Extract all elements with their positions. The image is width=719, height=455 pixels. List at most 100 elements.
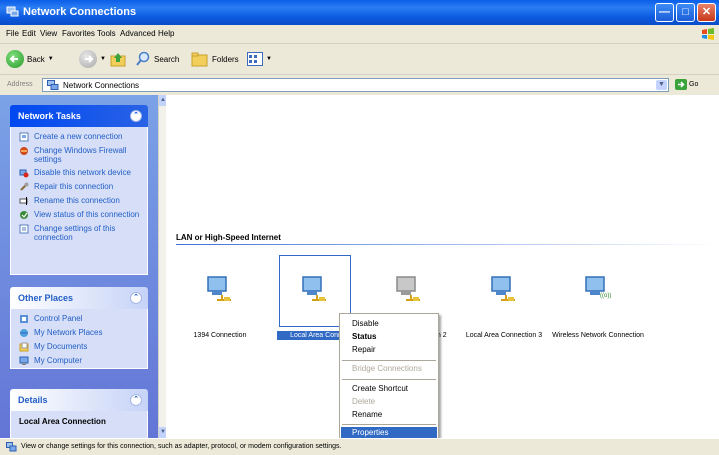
network-adapter-icon [207, 276, 231, 301]
menu-advanced[interactable]: Advanced [120, 29, 156, 38]
up-folder-icon [110, 53, 126, 67]
context-menu: Disable Status Repair Bridge Connections… [339, 313, 439, 440]
address-dropdown-icon[interactable]: ▼ [656, 80, 667, 90]
go-button[interactable]: Go [675, 79, 698, 90]
window-title: Network Connections [23, 6, 137, 18]
menu-item-rename[interactable]: Rename [341, 409, 437, 421]
minimize-icon: — [659, 6, 670, 18]
menu-item-repair[interactable]: Repair [341, 344, 437, 356]
maximize-icon: □ [682, 6, 689, 18]
task-repair-connection[interactable]: Repair this connection [11, 180, 147, 194]
toolbar: Back ▼ ▼ Search Folders ▼ [0, 44, 719, 75]
place-control-panel[interactable]: Control Panel [11, 312, 147, 326]
task-rename-connection[interactable]: Rename this connection [11, 194, 147, 208]
up-folder-button[interactable] [110, 51, 126, 67]
documents-icon [19, 342, 29, 352]
network-connections-icon [47, 80, 59, 90]
menu-item-status[interactable]: Status [341, 331, 437, 343]
collapse-icon[interactable]: ⌃ [130, 110, 142, 122]
menu-item-disable[interactable]: Disable [341, 318, 437, 330]
firewall-icon [20, 147, 28, 155]
address-label: Address [7, 81, 33, 88]
folders-icon [191, 52, 208, 67]
settings-icon [19, 224, 29, 234]
control-panel-icon [20, 315, 28, 323]
menu-favorites[interactable]: Favorites [62, 29, 95, 38]
minimize-button[interactable]: — [655, 3, 674, 22]
place-my-documents[interactable]: My Documents [11, 340, 147, 354]
menu-item-bridge: Bridge Connections [352, 364, 422, 373]
address-input[interactable]: Network Connections ▼ [42, 78, 669, 92]
close-button[interactable]: ✕ [697, 3, 716, 22]
forward-arrow-icon [79, 50, 97, 68]
place-my-network-places[interactable]: My Network Places [11, 326, 147, 340]
status-bar: View or change settings for this connect… [0, 438, 719, 455]
network-connections-icon [6, 442, 17, 452]
search-label: Search [154, 54, 180, 64]
menu-view[interactable]: View [40, 29, 57, 38]
task-create-connection[interactable]: Create a new connection [11, 130, 147, 144]
forward-button[interactable]: ▼ [79, 50, 106, 68]
back-arrow-icon [6, 50, 24, 68]
menu-file[interactable]: File [6, 29, 19, 38]
go-arrow-icon [675, 79, 687, 90]
back-button[interactable]: Back ▼ [6, 50, 54, 68]
network-connections-icon [6, 6, 19, 17]
task-change-settings[interactable]: Change settings of this connection [11, 222, 147, 244]
other-places-header[interactable]: Other Places ⌃ [10, 287, 148, 309]
menu-separator [342, 424, 436, 425]
forward-dropdown-icon[interactable]: ▼ [100, 56, 106, 62]
folders-button[interactable]: Folders [191, 51, 239, 67]
status-text: View or change settings for this connect… [21, 443, 342, 450]
rename-icon [19, 197, 28, 205]
group-divider [176, 244, 719, 245]
menu-bar: File Edit View Favorites Tools Advanced … [0, 25, 719, 44]
title-bar[interactable]: Network Connections — □ ✕ [0, 0, 719, 25]
go-label: Go [689, 81, 699, 88]
address-bar: Address Network Connections ▼ Go [0, 75, 719, 96]
menu-help[interactable]: Help [158, 29, 174, 38]
menu-separator [342, 379, 436, 380]
task-view-status[interactable]: View status of this connection [11, 208, 147, 222]
place-my-computer[interactable]: My Computer [11, 354, 147, 368]
menu-item-delete: Delete [352, 397, 376, 406]
menu-item-create-shortcut[interactable]: Create Shortcut [341, 383, 437, 395]
group-header: LAN or High-Speed Internet [176, 233, 281, 242]
task-disable-device[interactable]: Disable this network device [11, 166, 147, 180]
menu-separator [342, 360, 436, 361]
search-icon [136, 51, 150, 66]
task-pane-scrollbar[interactable]: ▲ ▼ [158, 95, 167, 438]
folders-label: Folders [212, 54, 239, 64]
collapse-icon[interactable]: ⌃ [130, 292, 142, 304]
connection-name: 1394 Connection [193, 332, 247, 339]
views-button[interactable]: ▼ [247, 51, 272, 67]
details-connection-name: Local Area Connection [19, 417, 106, 426]
connections-view[interactable]: LAN or High-Speed Internet 1394 Connecti… [166, 95, 719, 438]
repair-icon [20, 182, 29, 191]
maximize-button[interactable]: □ [676, 3, 695, 22]
back-dropdown-icon[interactable]: ▼ [48, 56, 54, 62]
windows-logo-icon [702, 28, 714, 40]
new-connection-icon [19, 132, 29, 142]
network-tasks-panel: Network Tasks ⌃ Create a new connection … [10, 105, 148, 275]
details-header[interactable]: Details ⌃ [10, 389, 148, 411]
connection-name: Local Area Connection 3 [465, 332, 543, 339]
back-label: Back [27, 54, 45, 64]
views-dropdown-icon: ▼ [266, 56, 272, 62]
task-pane: Network Tasks ⌃ Create a new connection … [0, 95, 158, 438]
other-places-panel: Other Places ⌃ Control Panel My Network … [10, 287, 148, 369]
menu-edit[interactable]: Edit [22, 29, 36, 38]
computer-icon [19, 356, 29, 365]
search-button[interactable]: Search [135, 51, 179, 67]
close-icon: ✕ [701, 6, 712, 18]
collapse-icon[interactable]: ⌃ [130, 394, 142, 406]
details-title: Details [18, 395, 48, 405]
network-tasks-title: Network Tasks [18, 111, 81, 121]
network-adapter-disabled-icon [396, 276, 420, 301]
task-firewall-settings[interactable]: Change Windows Firewall settings [11, 144, 147, 166]
other-places-title: Other Places [18, 293, 74, 303]
network-tasks-header[interactable]: Network Tasks ⌃ [10, 105, 148, 127]
connection-name: Wireless Network Connection [552, 332, 644, 339]
menu-tools[interactable]: Tools [97, 29, 116, 38]
wireless-signal-icon: ((o)) [600, 293, 612, 299]
